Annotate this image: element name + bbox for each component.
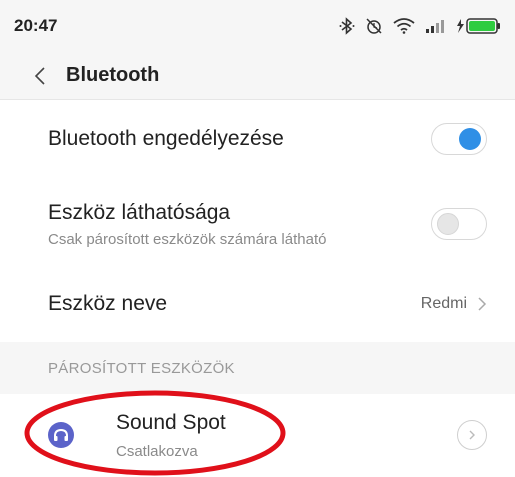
device-name-label: Eszköz neve (48, 292, 168, 315)
device-name-value: Redmi (420, 295, 467, 312)
device-name-row[interactable]: Eszköz neve Redmi (0, 268, 515, 340)
device-details-button[interactable] (457, 420, 487, 450)
alarm-off-icon (365, 17, 383, 40)
toggle-knob (459, 128, 481, 150)
enable-bluetooth-row[interactable]: Bluetooth engedélyezése (0, 103, 515, 175)
chevron-left-icon (34, 66, 45, 85)
status-bar: 20:47 (0, 0, 515, 52)
enable-bluetooth-label: Bluetooth engedélyezése (48, 127, 284, 150)
back-button[interactable] (20, 52, 60, 100)
enable-bluetooth-toggle[interactable] (431, 123, 487, 155)
paired-devices-header: PÁROSÍTOTT ESZKÖZÖK (0, 342, 515, 394)
app-header: Bluetooth (0, 52, 515, 100)
visibility-toggle[interactable] (431, 208, 487, 240)
toggle-knob (437, 213, 459, 235)
battery-charging-icon (455, 17, 501, 40)
visibility-sublabel: Csak párosított eszközök számára látható (48, 230, 327, 248)
paired-devices-label: PÁROSÍTOTT ESZKÖZÖK (48, 359, 235, 377)
paired-device-row[interactable]: Sound Spot Csatlakozva (0, 396, 515, 474)
visibility-row[interactable]: Eszköz láthatósága Csak párosított eszkö… (0, 180, 515, 268)
device-status: Csatlakozva (116, 442, 198, 460)
headphones-icon (48, 422, 74, 448)
wifi-icon (393, 18, 415, 39)
status-time: 20:47 (14, 16, 58, 35)
page-title: Bluetooth (66, 64, 160, 86)
chevron-right-icon (469, 430, 475, 440)
device-name: Sound Spot (116, 410, 226, 434)
status-icons (339, 17, 501, 40)
signal-icon (425, 19, 445, 38)
chevron-right-icon (478, 297, 487, 311)
visibility-label: Eszköz láthatósága (48, 200, 231, 224)
bluetooth-icon (339, 17, 355, 40)
